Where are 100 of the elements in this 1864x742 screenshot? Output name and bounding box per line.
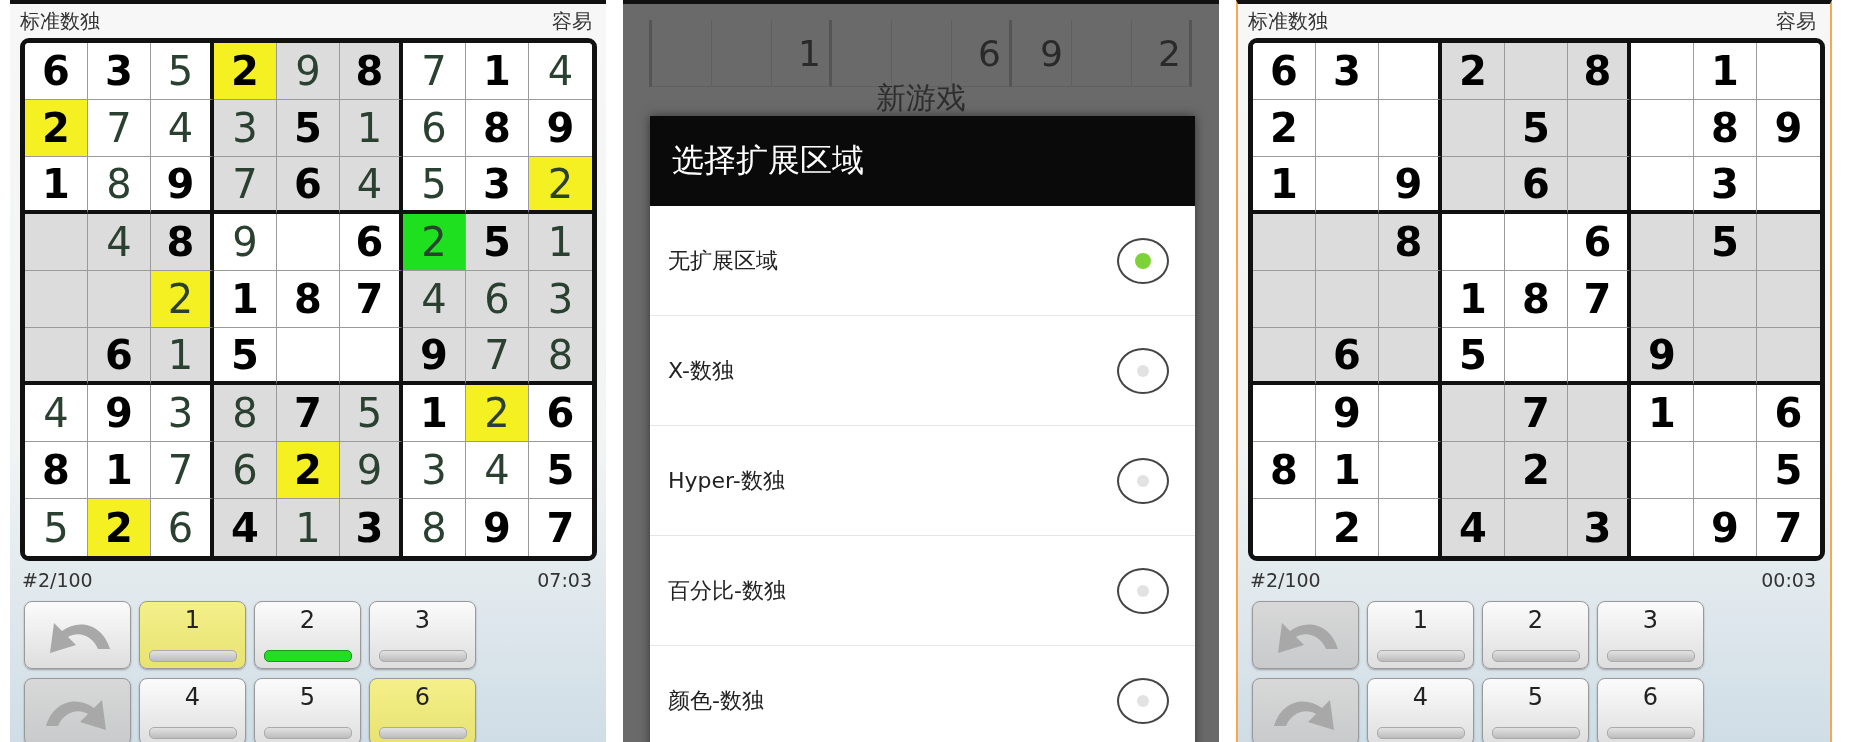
grid-cell[interactable] — [277, 328, 340, 385]
grid-cell[interactable]: 2 — [529, 157, 592, 214]
grid-cell[interactable]: 3 — [1316, 43, 1379, 100]
grid-cell[interactable]: 2 — [403, 214, 466, 271]
grid-cell[interactable] — [1253, 385, 1316, 442]
number-key[interactable]: 2 — [1482, 601, 1589, 669]
grid-cell[interactable] — [1316, 271, 1379, 328]
grid-cell[interactable]: 2 — [88, 499, 151, 556]
grid-cell[interactable]: 4 — [88, 214, 151, 271]
grid-cell[interactable] — [25, 271, 88, 328]
number-key[interactable]: 6 — [369, 678, 476, 742]
grid-cell[interactable] — [1631, 271, 1694, 328]
grid-cell[interactable]: 6 — [214, 442, 277, 499]
grid-cell[interactable]: 3 — [88, 43, 151, 100]
grid-cell[interactable]: 8 — [340, 43, 403, 100]
grid-cell[interactable]: 9 — [1316, 385, 1379, 442]
grid-cell[interactable]: 9 — [1379, 157, 1442, 214]
grid-cell[interactable] — [1316, 100, 1379, 157]
grid-cell[interactable] — [1568, 100, 1631, 157]
grid-cell[interactable] — [1757, 328, 1820, 385]
grid-cell[interactable]: 7 — [1568, 271, 1631, 328]
grid-cell[interactable] — [1379, 271, 1442, 328]
grid-cell[interactable]: 4 — [214, 499, 277, 556]
grid-cell[interactable] — [1316, 214, 1379, 271]
grid-cell[interactable]: 4 — [466, 442, 529, 499]
grid-cell[interactable]: 1 — [529, 214, 592, 271]
grid-cell[interactable]: 6 — [1316, 328, 1379, 385]
grid-cell[interactable] — [277, 214, 340, 271]
grid-cell[interactable]: 8 — [151, 214, 214, 271]
grid-cell[interactable] — [1694, 442, 1757, 499]
grid-cell[interactable]: 3 — [214, 100, 277, 157]
number-key[interactable]: 4 — [139, 678, 246, 742]
grid-cell[interactable]: 6 — [466, 271, 529, 328]
grid-cell[interactable]: 9 — [403, 328, 466, 385]
grid-cell[interactable] — [1694, 328, 1757, 385]
grid-cell[interactable] — [1694, 271, 1757, 328]
grid-cell[interactable] — [1757, 271, 1820, 328]
radio-button[interactable] — [1117, 347, 1169, 394]
grid-cell[interactable]: 5 — [277, 100, 340, 157]
grid-cell[interactable]: 1 — [151, 328, 214, 385]
grid-cell[interactable] — [1442, 100, 1505, 157]
grid-cell[interactable]: 6 — [1253, 43, 1316, 100]
grid-cell[interactable]: 9 — [1631, 328, 1694, 385]
grid-cell[interactable]: 6 — [340, 214, 403, 271]
grid-cell[interactable] — [340, 328, 403, 385]
grid-cell[interactable] — [1253, 328, 1316, 385]
grid-cell[interactable]: 5 — [151, 43, 214, 100]
grid-cell[interactable]: 1 — [466, 43, 529, 100]
grid-cell[interactable]: 2 — [1505, 442, 1568, 499]
grid-cell[interactable] — [1568, 157, 1631, 214]
grid-cell[interactable]: 1 — [1442, 271, 1505, 328]
option-row[interactable]: 颜色-数独 — [650, 646, 1195, 742]
grid-cell[interactable]: 3 — [529, 271, 592, 328]
grid-cell[interactable]: 6 — [1505, 157, 1568, 214]
option-row[interactable]: Hyper-数独 — [650, 426, 1195, 536]
grid-cell[interactable] — [1379, 328, 1442, 385]
grid-cell[interactable]: 5 — [25, 499, 88, 556]
grid-cell[interactable]: 1 — [1694, 43, 1757, 100]
number-key[interactable]: 4 — [1367, 678, 1474, 742]
grid-cell[interactable]: 5 — [1505, 100, 1568, 157]
grid-cell[interactable]: 7 — [277, 385, 340, 442]
grid-cell[interactable]: 7 — [403, 43, 466, 100]
grid-cell[interactable]: 9 — [340, 442, 403, 499]
grid-cell[interactable] — [1379, 43, 1442, 100]
radio-button[interactable] — [1117, 567, 1169, 614]
grid-cell[interactable]: 8 — [1253, 442, 1316, 499]
grid-cell[interactable] — [1253, 499, 1316, 556]
grid-cell[interactable]: 8 — [1379, 214, 1442, 271]
grid-cell[interactable]: 1 — [25, 157, 88, 214]
grid-cell[interactable]: 8 — [1505, 271, 1568, 328]
grid-cell[interactable]: 5 — [403, 157, 466, 214]
grid-cell[interactable]: 1 — [1316, 442, 1379, 499]
grid-cell[interactable]: 1 — [277, 499, 340, 556]
grid-cell[interactable] — [1379, 385, 1442, 442]
grid-cell[interactable]: 8 — [277, 271, 340, 328]
grid-cell[interactable]: 7 — [1505, 385, 1568, 442]
radio-button[interactable] — [1117, 677, 1169, 724]
grid-cell[interactable] — [1568, 385, 1631, 442]
grid-cell[interactable] — [1568, 328, 1631, 385]
grid-cell[interactable]: 8 — [529, 328, 592, 385]
grid-cell[interactable] — [1505, 214, 1568, 271]
grid-cell[interactable] — [88, 271, 151, 328]
grid-cell[interactable]: 8 — [25, 442, 88, 499]
grid-cell[interactable]: 2 — [151, 271, 214, 328]
grid-cell[interactable]: 6 — [25, 43, 88, 100]
grid-cell[interactable] — [25, 328, 88, 385]
grid-cell[interactable]: 1 — [403, 385, 466, 442]
grid-cell[interactable]: 4 — [151, 100, 214, 157]
grid-cell[interactable]: 2 — [1253, 100, 1316, 157]
grid-cell[interactable]: 2 — [25, 100, 88, 157]
grid-cell[interactable] — [1379, 442, 1442, 499]
grid-cell[interactable]: 1 — [214, 271, 277, 328]
grid-cell[interactable]: 6 — [88, 328, 151, 385]
grid-cell[interactable]: 5 — [340, 385, 403, 442]
grid-cell[interactable] — [1253, 271, 1316, 328]
grid-cell[interactable]: 6 — [1568, 214, 1631, 271]
grid-cell[interactable] — [1379, 100, 1442, 157]
grid-cell[interactable] — [1568, 442, 1631, 499]
option-row[interactable]: 百分比-数独 — [650, 536, 1195, 646]
grid-cell[interactable]: 4 — [529, 43, 592, 100]
